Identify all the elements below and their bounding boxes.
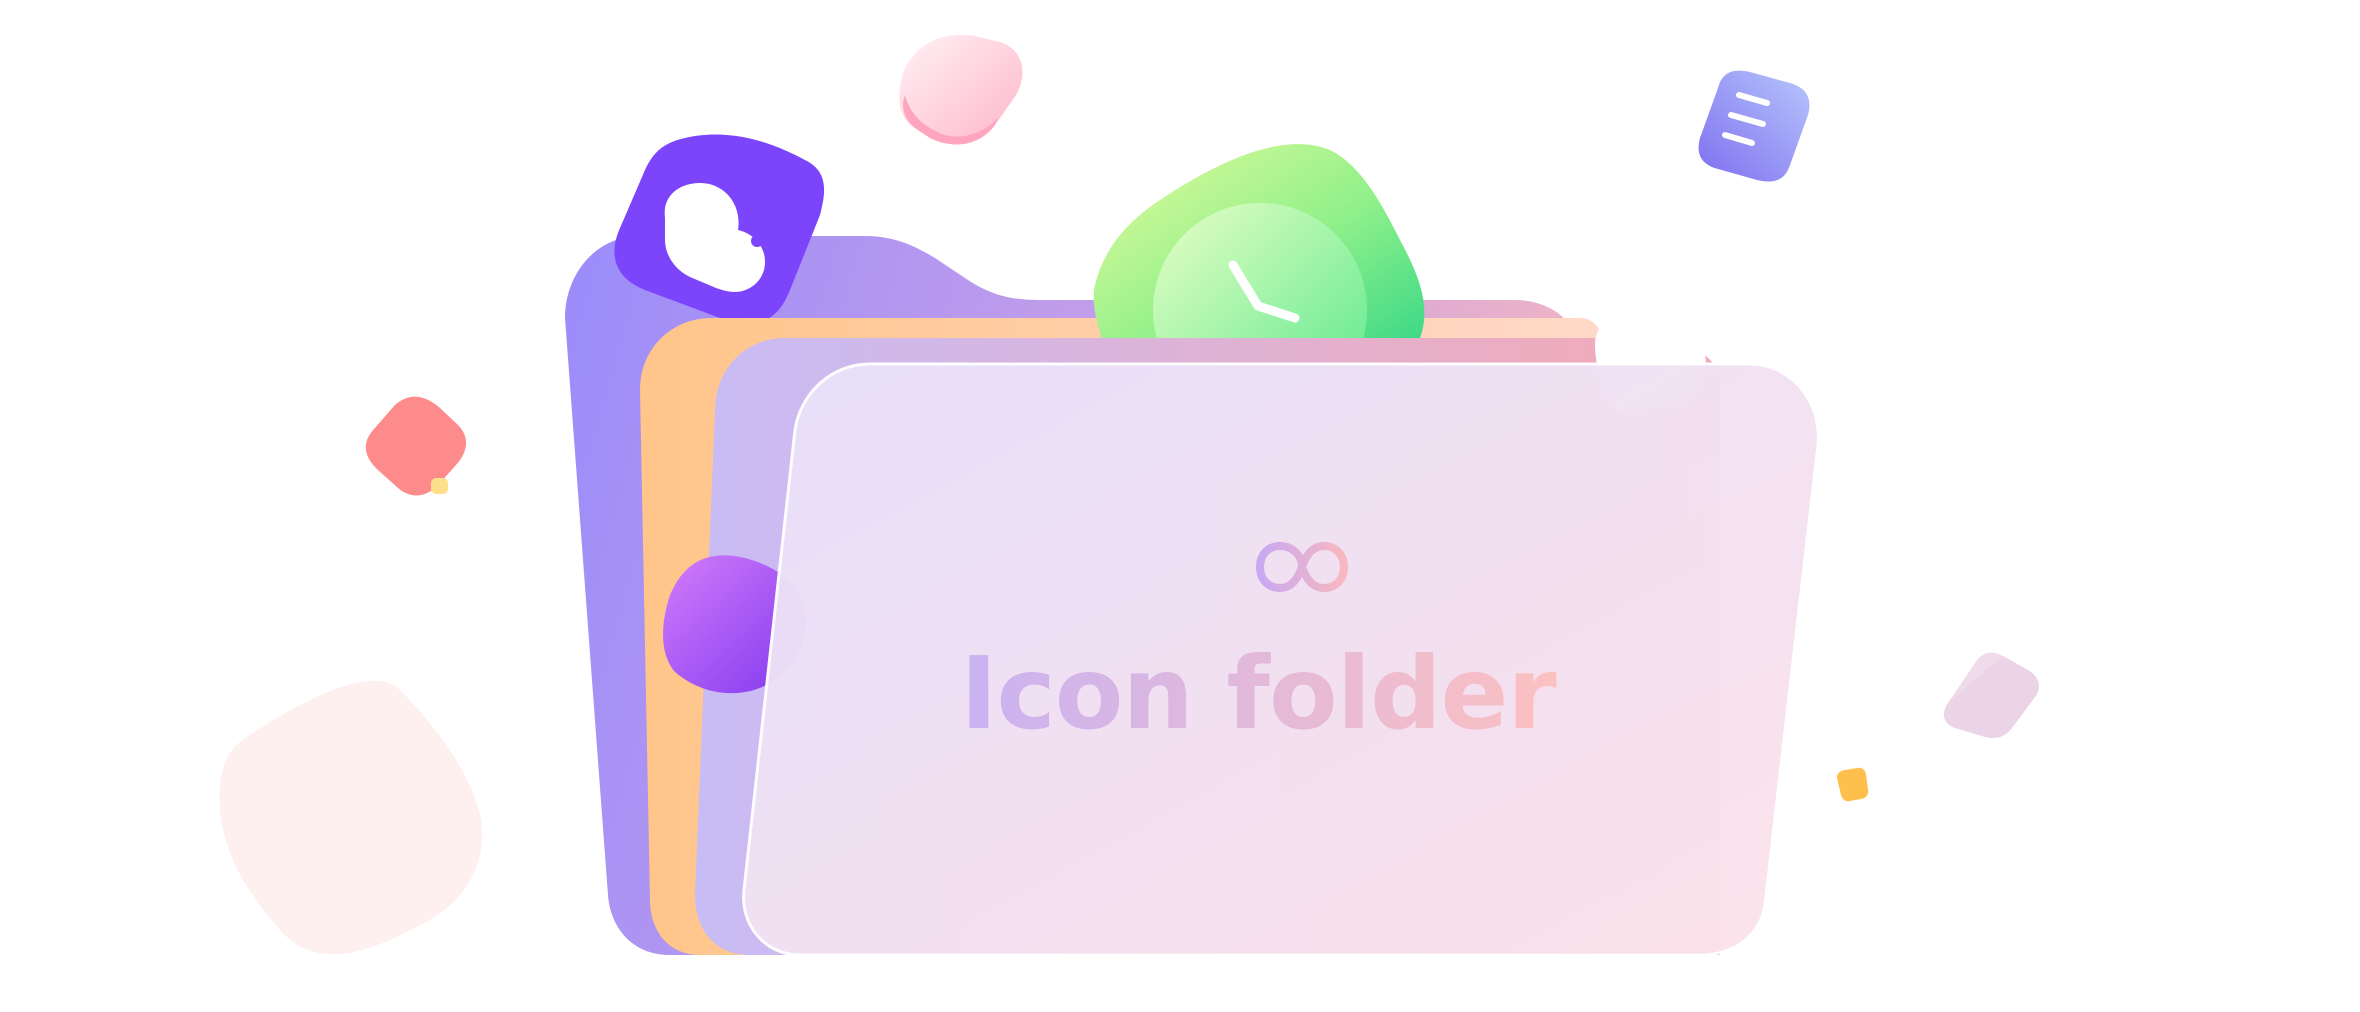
pink-blob xyxy=(899,35,1023,145)
folder-title: Icon folder xyxy=(960,635,1557,752)
red-blob xyxy=(365,396,467,496)
orange-dot xyxy=(1837,767,1869,802)
lavender-tile xyxy=(1943,652,2040,739)
document-icon xyxy=(1698,70,1810,182)
peach-blob xyxy=(219,680,483,955)
yellow-dot xyxy=(431,478,448,494)
icon-folder-illustration: Icon folder xyxy=(219,35,2040,957)
